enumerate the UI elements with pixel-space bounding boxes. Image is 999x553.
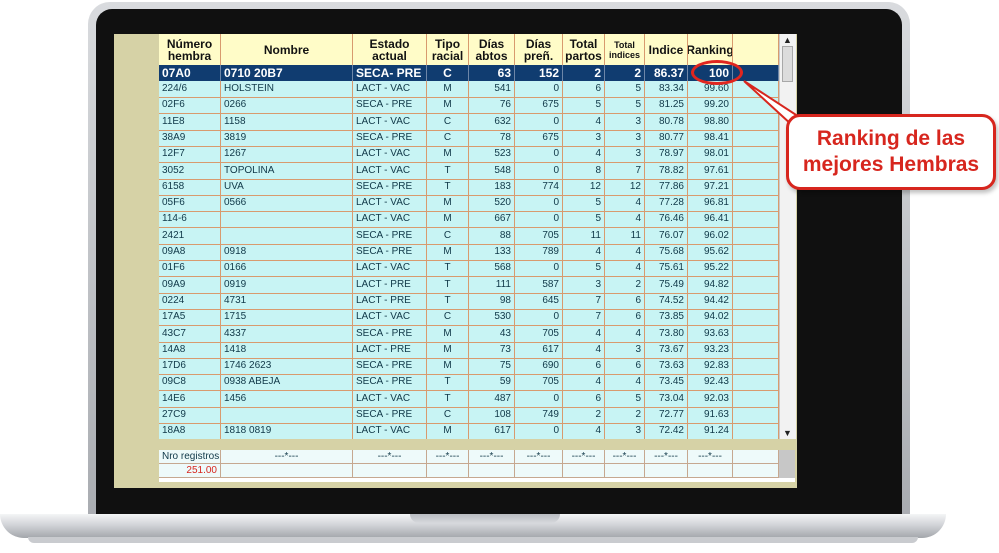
callout-line-1: Ranking de las — [816, 127, 966, 150]
callout-pointer — [743, 80, 812, 139]
callout-line-2: mejores Hembras — [802, 153, 980, 176]
ranking-callout: Ranking de las mejores Hembras — [786, 114, 996, 190]
